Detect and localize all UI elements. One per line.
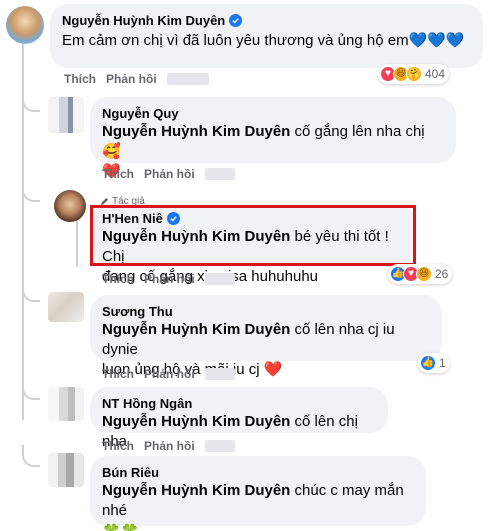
thread-curve xyxy=(22,180,40,202)
reply-bubble: Nguyễn Quy Nguyễn Huỳnh Kim Duyên cố gắn… xyxy=(90,97,456,180)
reply-author[interactable]: NT Hồng Ngân xyxy=(102,395,376,412)
blue-heart-emoji: 💙💙💙 xyxy=(408,32,465,49)
highlight-box xyxy=(90,205,416,266)
reply-link[interactable]: Phản hồi xyxy=(144,272,195,286)
haha-icon: 😆 xyxy=(416,266,432,282)
reply-actions: Thích Phản hồi xyxy=(102,272,235,286)
verified-badge-icon xyxy=(229,14,243,27)
reply-actions: Thích Phản hồi xyxy=(102,167,235,181)
care-icon: 🤗 xyxy=(406,66,422,82)
reply-link[interactable]: Phản hồi xyxy=(144,439,195,453)
like-link[interactable]: Thích xyxy=(102,439,134,453)
reply-text: Nguyễn Huỳnh Kim Duyên cố gắng lên nha c… xyxy=(102,123,425,160)
reply-text: Nguyễn Huỳnh Kim Duyên chúc c may mắn nh… xyxy=(102,482,404,519)
timestamp-blurred xyxy=(166,73,209,85)
like-link[interactable]: Thích xyxy=(64,72,96,86)
reply-author[interactable]: Bún Riêu xyxy=(102,464,414,481)
timestamp-blurred xyxy=(204,368,235,380)
avatar[interactable] xyxy=(48,387,84,421)
reply-link[interactable]: Phản hồi xyxy=(106,72,157,86)
reaction-summary[interactable]: ♥ 😆 🤗 404 xyxy=(378,64,450,84)
reply-author[interactable]: Sương Thu xyxy=(102,303,430,320)
reply-bubble: Sương Thu Nguyễn Huỳnh Kim Duyên cố lên … xyxy=(90,295,442,378)
like-link[interactable]: Thích xyxy=(102,272,134,286)
reply-link[interactable]: Phản hồi xyxy=(144,367,195,381)
mention-link[interactable]: Nguyễn Huỳnh Kim Duyên xyxy=(102,321,290,338)
thread-curve xyxy=(22,445,40,467)
clover-emoji: 🍀🍀 xyxy=(102,523,414,531)
reply-link[interactable]: Phản hồi xyxy=(144,167,195,181)
reply-text: Nguyễn Huỳnh Kim Duyên cố lên nha cj iu … xyxy=(102,321,395,358)
timestamp-blurred xyxy=(204,440,235,452)
reply-actions: Thích Phản hồi xyxy=(102,367,235,381)
avatar[interactable] xyxy=(54,190,86,222)
comment-bubble: Nguyễn Huỳnh Kim Duyên Em cảm ơn chị vì … xyxy=(50,4,483,68)
reply-author[interactable]: Nguyễn Quy xyxy=(102,105,444,122)
comment-actions: Thích Phản hồi xyxy=(64,72,209,86)
reply-bubble: Bún Riêu Nguyễn Huỳnh Kim Duyên chúc c m… xyxy=(90,456,426,531)
reaction-count: 1 xyxy=(439,356,446,370)
reaction-count: 404 xyxy=(425,67,446,81)
avatar[interactable] xyxy=(48,97,84,133)
thread-curve xyxy=(22,280,40,302)
reply-actions: Thích Phản hồi xyxy=(102,439,235,453)
comment-text: Em cảm ơn chị vì đã luôn yêu thương và ủ… xyxy=(62,32,465,49)
reply-bubble: NT Hồng Ngân Nguyễn Huỳnh Kim Duyên cố l… xyxy=(90,387,388,450)
thread-line-reply xyxy=(76,215,78,267)
thread-curve xyxy=(22,90,40,112)
reaction-count: 26 xyxy=(435,267,449,281)
reaction-summary[interactable]: 👍 ♥ 😆 26 xyxy=(388,264,453,284)
avatar[interactable] xyxy=(48,453,84,487)
like-icon: 👍 xyxy=(420,355,436,371)
timestamp-blurred xyxy=(204,273,235,285)
reaction-summary[interactable]: 👍 1 xyxy=(418,353,450,373)
avatar[interactable] xyxy=(48,292,84,322)
mention-link[interactable]: Nguyễn Huỳnh Kim Duyên xyxy=(102,123,290,140)
thread-curve xyxy=(22,378,40,400)
mention-link[interactable]: Nguyễn Huỳnh Kim Duyên xyxy=(102,482,290,499)
timestamp-blurred xyxy=(204,168,235,180)
like-link[interactable]: Thích xyxy=(102,167,134,181)
like-link[interactable]: Thích xyxy=(102,367,134,381)
comment-author[interactable]: Nguyễn Huỳnh Kim Duyên xyxy=(62,12,225,29)
avatar[interactable] xyxy=(6,6,44,44)
mention-link[interactable]: Nguyễn Huỳnh Kim Duyên xyxy=(102,413,290,430)
